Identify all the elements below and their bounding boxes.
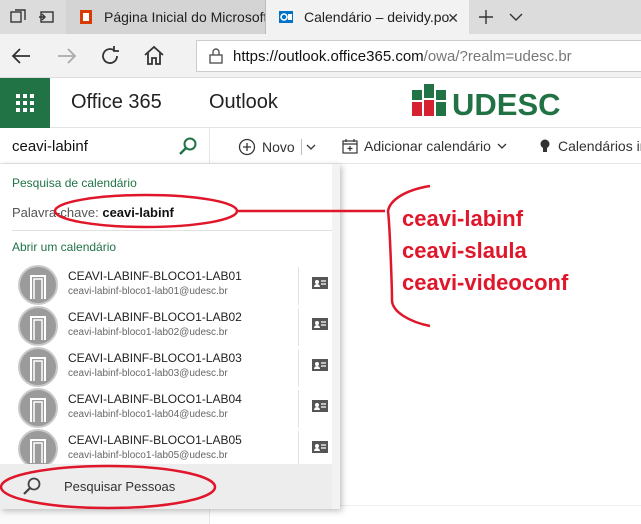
annotation-line: ceavi-labinf	[402, 206, 524, 231]
annotation-line: ceavi-videoconf	[402, 270, 569, 295]
annotation-overlay	[0, 184, 431, 510]
annotation-line: ceavi-slaula	[402, 238, 527, 263]
